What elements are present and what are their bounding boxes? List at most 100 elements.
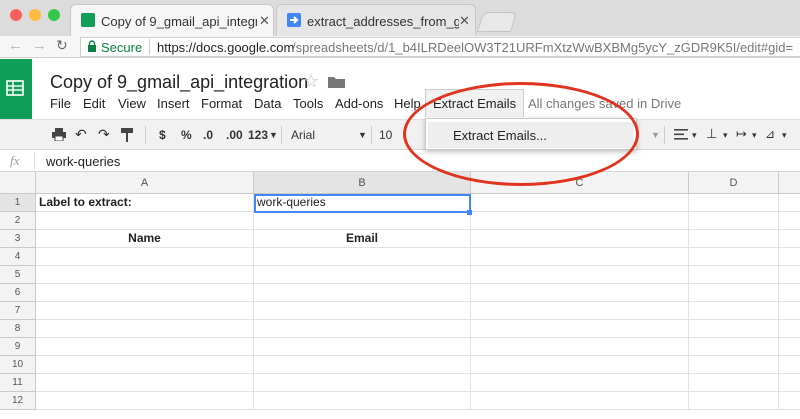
cell-a1[interactable]: Label to extract: [36, 194, 254, 212]
menu-tools[interactable]: Tools [293, 96, 323, 111]
cell-d9[interactable] [689, 338, 779, 356]
cell-e2[interactable] [779, 212, 800, 230]
cell-b9[interactable] [254, 338, 471, 356]
cell-b5[interactable] [254, 266, 471, 284]
cell-e4[interactable] [779, 248, 800, 266]
folder-icon[interactable] [328, 75, 345, 88]
print-icon[interactable] [52, 128, 66, 144]
increase-decimal-button[interactable]: .00 [226, 128, 243, 142]
cell-e12[interactable] [779, 392, 800, 410]
row-header[interactable]: 10 [0, 356, 36, 374]
cell-b12[interactable] [254, 392, 471, 410]
row-header[interactable]: 3 [0, 230, 36, 248]
row-header[interactable]: 12 [0, 392, 36, 410]
cell-e10[interactable] [779, 356, 800, 374]
cell-c8[interactable] [471, 320, 689, 338]
menu-extract-emails[interactable]: Extract Emails [425, 89, 525, 117]
cell-b6[interactable] [254, 284, 471, 302]
cell-d12[interactable] [689, 392, 779, 410]
cell-e9[interactable] [779, 338, 800, 356]
cell-c2[interactable] [471, 212, 689, 230]
row-header[interactable]: 6 [0, 284, 36, 302]
undo-icon[interactable]: ↶ [75, 126, 87, 143]
cell-d8[interactable] [689, 320, 779, 338]
cell-c4[interactable] [471, 248, 689, 266]
row-header[interactable]: 11 [0, 374, 36, 392]
cell-b1[interactable]: work-queries [254, 194, 471, 212]
cell-d7[interactable] [689, 302, 779, 320]
cell-a4[interactable] [36, 248, 254, 266]
formula-input[interactable]: work-queries [46, 154, 120, 169]
cell-d6[interactable] [689, 284, 779, 302]
menu-view[interactable]: View [118, 96, 146, 111]
chevron-down-icon[interactable]: ▾ [692, 130, 697, 141]
cell-d10[interactable] [689, 356, 779, 374]
new-tab-button[interactable] [476, 12, 518, 32]
cell-e11[interactable] [779, 374, 800, 392]
font-size-select[interactable]: 10 [379, 128, 392, 142]
cell-a3[interactable]: Name [36, 230, 254, 248]
menu-edit[interactable]: Edit [83, 96, 105, 111]
close-window-button[interactable] [10, 9, 22, 21]
chevron-down-icon[interactable]: ▼ [651, 130, 660, 140]
cell-a9[interactable] [36, 338, 254, 356]
cell-e8[interactable] [779, 320, 800, 338]
decrease-decimal-button[interactable]: .0 [203, 128, 213, 142]
close-tab-icon[interactable]: ✕ [459, 13, 470, 29]
chevron-down-icon[interactable]: ▾ [752, 130, 757, 141]
menu-format[interactable]: Format [201, 96, 242, 111]
star-icon[interactable]: ☆ [303, 71, 319, 92]
cell-e5[interactable] [779, 266, 800, 284]
font-family-select[interactable]: Arial [291, 128, 315, 142]
cell-a2[interactable] [36, 212, 254, 230]
cell-c1[interactable] [471, 194, 689, 212]
paint-format-icon[interactable] [121, 128, 134, 145]
row-header[interactable]: 4 [0, 248, 36, 266]
text-wrap-icon[interactable]: ↦ [736, 126, 747, 142]
cell-e1[interactable] [779, 194, 800, 212]
cell-a12[interactable] [36, 392, 254, 410]
cell-c6[interactable] [471, 284, 689, 302]
row-header[interactable]: 7 [0, 302, 36, 320]
chevron-down-icon[interactable]: ▼ [269, 130, 278, 140]
menu-add-ons[interactable]: Add-ons [335, 96, 383, 111]
cell-d2[interactable] [689, 212, 779, 230]
align-left-icon[interactable] [674, 129, 688, 143]
browser-tab-active[interactable]: Copy of 9_gmail_api_integratio ✕ [70, 4, 274, 36]
percent-format-button[interactable]: % [181, 128, 192, 142]
cell-b8[interactable] [254, 320, 471, 338]
currency-format-button[interactable]: $ [159, 128, 166, 142]
cell-b4[interactable] [254, 248, 471, 266]
menu-insert[interactable]: Insert [157, 96, 190, 111]
fill-handle[interactable] [467, 210, 472, 215]
cell-d1[interactable] [689, 194, 779, 212]
cell-c7[interactable] [471, 302, 689, 320]
more-formats-button[interactable]: 123 [248, 128, 268, 142]
cell-c12[interactable] [471, 392, 689, 410]
cell-b10[interactable] [254, 356, 471, 374]
cell-b7[interactable] [254, 302, 471, 320]
cell-e6[interactable] [779, 284, 800, 302]
cell-b11[interactable] [254, 374, 471, 392]
column-header-b[interactable]: B [254, 172, 471, 194]
chevron-down-icon[interactable]: ▼ [358, 130, 367, 140]
cell-a8[interactable] [36, 320, 254, 338]
cell-a6[interactable] [36, 284, 254, 302]
select-all-corner[interactable] [0, 172, 36, 194]
cell-c9[interactable] [471, 338, 689, 356]
column-header-e[interactable] [779, 172, 800, 194]
column-header-c[interactable]: C [471, 172, 689, 194]
row-header[interactable]: 5 [0, 266, 36, 284]
cell-b3[interactable]: Email [254, 230, 471, 248]
minimize-window-button[interactable] [29, 9, 41, 21]
row-header[interactable]: 9 [0, 338, 36, 356]
row-header[interactable]: 1 [0, 194, 36, 212]
cell-d5[interactable] [689, 266, 779, 284]
menu-help[interactable]: Help [394, 96, 421, 111]
text-rotation-icon[interactable]: ⊿ [765, 127, 775, 141]
menu-data[interactable]: Data [254, 96, 281, 111]
cell-c10[interactable] [471, 356, 689, 374]
row-header[interactable]: 2 [0, 212, 36, 230]
column-header-a[interactable]: A [36, 172, 254, 194]
cell-c5[interactable] [471, 266, 689, 284]
